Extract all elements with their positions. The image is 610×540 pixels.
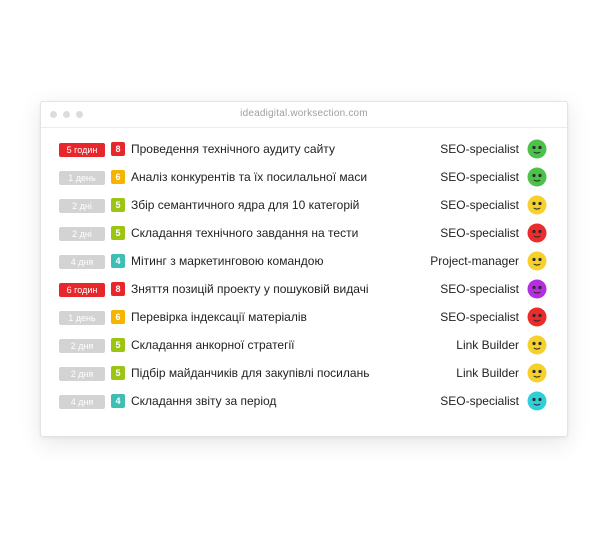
time-estimate-badge: 5 годин <box>59 143 105 157</box>
task-row[interactable]: 1 день 6 Аналіз конкурентів та їх посилаль… <box>41 167 567 188</box>
time-estimate-badge: 1 день <box>59 171 105 185</box>
task-row[interactable]: 2 дня 5 Складання анкорної стратегії Link B… <box>41 335 567 356</box>
task-row[interactable]: 5 годин 8 Проведення технічного аудиту сай… <box>41 139 567 160</box>
assignee-role: SEO-specialist <box>440 198 519 212</box>
time-estimate-badge: 1 день <box>59 311 105 325</box>
assignee-role: SEO-specialist <box>440 282 519 296</box>
task-row[interactable]: 2 дні 5 Складання технічного завдання на т… <box>41 223 567 244</box>
task-row[interactable]: 1 день 6 Перевірка індексації матеріалів SE… <box>41 307 567 328</box>
time-estimate-badge: 4 дня <box>59 255 105 269</box>
task-title[interactable]: Проведення технічного аудиту сайту <box>131 142 335 156</box>
task-title[interactable]: Складання звіту за період <box>131 394 276 408</box>
avatar-face-icon[interactable] <box>527 167 547 187</box>
task-row[interactable]: 4 дня 4 Складання звіту за період SEO-speci… <box>41 391 567 412</box>
priority-badge: 8 <box>111 282 125 296</box>
window-titlebar: ideadigital.worksection.com <box>41 102 567 128</box>
task-title[interactable]: Зняття позицій проекту у пошуковій видач… <box>131 282 369 296</box>
task-title[interactable]: Складання анкорної стратегії <box>131 338 294 352</box>
avatar-face-icon[interactable] <box>527 223 547 243</box>
avatar-face-icon[interactable] <box>527 363 547 383</box>
avatar-face-icon[interactable] <box>527 139 547 159</box>
task-title[interactable]: Збір семантичного ядра для 10 категорій <box>131 198 359 212</box>
assignee-role: Project-manager <box>430 254 519 268</box>
avatar-face-icon[interactable] <box>527 307 547 327</box>
priority-badge: 4 <box>111 254 125 268</box>
time-estimate-badge: 2 дня <box>59 339 105 353</box>
time-estimate-badge: 6 годин <box>59 283 105 297</box>
time-estimate-badge: 4 дня <box>59 395 105 409</box>
task-title[interactable]: Перевірка індексації матеріалів <box>131 310 307 324</box>
priority-badge: 5 <box>111 338 125 352</box>
time-estimate-badge: 2 дні <box>59 227 105 241</box>
assignee-role: SEO-specialist <box>440 226 519 240</box>
assignee-role: SEO-specialist <box>440 394 519 408</box>
priority-badge: 6 <box>111 170 125 184</box>
priority-badge: 6 <box>111 310 125 324</box>
assignee-role: Link Builder <box>456 366 519 380</box>
task-title[interactable]: Складання технічного завдання на тести <box>131 226 358 240</box>
task-title[interactable]: Аналіз конкурентів та їх посилальної мас… <box>131 170 367 184</box>
time-estimate-badge: 2 дні <box>59 199 105 213</box>
task-row[interactable]: 4 дня 4 Мітинг з маркетинговою командою Pro… <box>41 251 567 272</box>
assignee-role: SEO-specialist <box>440 310 519 324</box>
task-title[interactable]: Підбір майданчиків для закупівлі посилан… <box>131 366 369 380</box>
browser-window: ideadigital.worksection.com 5 годин 8 Пров… <box>40 101 568 437</box>
address-bar-url[interactable]: ideadigital.worksection.com <box>41 108 567 119</box>
assignee-role: SEO-specialist <box>440 142 519 156</box>
priority-badge: 8 <box>111 142 125 156</box>
task-row[interactable]: 6 годин 8 Зняття позицій проекту у пошуков… <box>41 279 567 300</box>
assignee-role: Link Builder <box>456 338 519 352</box>
time-estimate-badge: 2 дня <box>59 367 105 381</box>
task-title[interactable]: Мітинг з маркетинговою командою <box>131 254 323 268</box>
task-row[interactable]: 2 дня 5 Підбір майданчиків для закупівлі п… <box>41 363 567 384</box>
assignee-role: SEO-specialist <box>440 170 519 184</box>
avatar-face-icon[interactable] <box>527 335 547 355</box>
avatar-face-icon[interactable] <box>527 391 547 411</box>
task-row[interactable]: 2 дні 5 Збір семантичного ядра для 10 кате… <box>41 195 567 216</box>
priority-badge: 5 <box>111 226 125 240</box>
avatar-face-icon[interactable] <box>527 279 547 299</box>
priority-badge: 5 <box>111 198 125 212</box>
avatar-face-icon[interactable] <box>527 251 547 271</box>
avatar-face-icon[interactable] <box>527 195 547 215</box>
priority-badge: 5 <box>111 366 125 380</box>
priority-badge: 4 <box>111 394 125 408</box>
